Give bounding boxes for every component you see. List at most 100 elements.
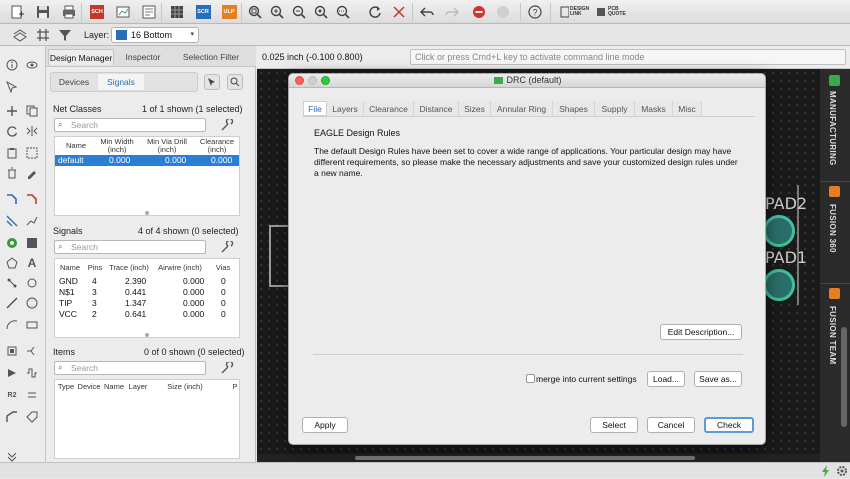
- signals-search[interactable]: ⌕ Search: [54, 240, 206, 254]
- delete-icon[interactable]: [5, 166, 19, 180]
- print-icon[interactable]: [60, 3, 78, 21]
- tab-design-manager[interactable]: Design Manager: [48, 49, 114, 65]
- rectangle-icon[interactable]: [25, 318, 39, 332]
- sch-icon[interactable]: SCH: [88, 3, 106, 21]
- attribute-icon[interactable]: [25, 410, 39, 424]
- autoroute-icon[interactable]: [5, 214, 19, 228]
- manufacturing-tab[interactable]: MANUFACTURING: [820, 73, 850, 181]
- circle-icon[interactable]: [25, 296, 39, 310]
- lightning-icon[interactable]: [821, 465, 831, 479]
- select-group-icon[interactable]: [5, 80, 19, 94]
- wire-icon[interactable]: [5, 296, 19, 310]
- polygon-icon[interactable]: [25, 236, 39, 250]
- meander-icon[interactable]: [25, 366, 39, 380]
- zoom-out-icon[interactable]: [290, 3, 308, 21]
- design-link-button[interactable]: DESIGN LINK: [560, 5, 589, 19]
- ratsnest-icon[interactable]: [390, 3, 408, 21]
- group-icon[interactable]: [25, 146, 39, 160]
- tab-misc[interactable]: Misc: [673, 101, 702, 116]
- column-header[interactable]: Layer: [127, 383, 149, 391]
- items-search[interactable]: ⌕ Search: [54, 361, 206, 375]
- text-icon[interactable]: A: [25, 256, 39, 270]
- tab-clearance[interactable]: Clearance: [364, 101, 414, 116]
- ripup-icon[interactable]: [25, 192, 39, 206]
- command-line-input[interactable]: Click or press Cmd+L key to activate com…: [410, 49, 846, 65]
- table-row[interactable]: N$1 3 0.441 0.000 0: [55, 287, 239, 298]
- layers-icon[interactable]: [168, 3, 186, 21]
- wrench-icon[interactable]: [220, 360, 234, 376]
- column-header[interactable]: Name: [57, 264, 83, 272]
- column-header[interactable]: Clearance (inch): [195, 138, 239, 154]
- change-icon[interactable]: [25, 166, 39, 180]
- save-as-button[interactable]: Save as...: [694, 371, 742, 387]
- fusion-360-tab[interactable]: FUSION 360: [820, 181, 850, 281]
- new-file-icon[interactable]: [8, 3, 26, 21]
- tab-distance[interactable]: Distance: [414, 101, 459, 116]
- redraw-icon[interactable]: [366, 3, 384, 21]
- net-classes-search[interactable]: ⌕ Search: [54, 118, 206, 132]
- column-header[interactable]: Size (inch): [165, 383, 205, 391]
- select-signal-icon[interactable]: [204, 74, 220, 90]
- column-header[interactable]: Min Via Drill (inch): [141, 138, 193, 154]
- column-header[interactable]: Pins: [83, 264, 107, 272]
- pad-icon[interactable]: [763, 215, 795, 247]
- column-header[interactable]: Vias: [211, 264, 235, 272]
- settings-gear-icon[interactable]: [836, 465, 848, 479]
- zoom-fit-icon[interactable]: [246, 3, 264, 21]
- layer-settings-icon[interactable]: [12, 28, 28, 45]
- via-icon[interactable]: [5, 236, 19, 250]
- inspector-icon[interactable]: [140, 3, 158, 21]
- arc-icon[interactable]: [5, 318, 19, 332]
- tab-shapes[interactable]: Shapes: [553, 101, 595, 116]
- table-row[interactable]: VCC 2 0.641 0.000 0: [55, 309, 239, 320]
- column-header[interactable]: Device: [77, 383, 101, 391]
- select-button[interactable]: Select: [590, 417, 638, 433]
- zoom-area-icon[interactable]: [334, 3, 352, 21]
- table-row[interactable]: GND 4 2.390 0.000 0: [55, 276, 239, 287]
- subtab-signals[interactable]: Signals: [98, 74, 144, 90]
- check-button[interactable]: Check: [704, 417, 754, 433]
- column-header[interactable]: Name: [57, 142, 95, 150]
- info-icon[interactable]: [5, 58, 19, 72]
- ulp-icon[interactable]: ULP: [220, 3, 238, 21]
- zoom-in-icon[interactable]: [268, 3, 286, 21]
- column-header[interactable]: Type: [57, 383, 75, 391]
- table-row[interactable]: TIP 3 1.347 0.000 0: [55, 298, 239, 309]
- paste-icon[interactable]: [5, 146, 19, 160]
- layer-select[interactable]: 16 Bottom ▾: [111, 27, 199, 43]
- horizontal-scrollbar[interactable]: [257, 454, 820, 462]
- undo-icon[interactable]: [418, 3, 436, 21]
- smash-icon[interactable]: [5, 344, 19, 358]
- value-icon[interactable]: [25, 388, 39, 402]
- pcb-quote-button[interactable]: PCB QUOTE: [596, 5, 628, 19]
- tab-masks[interactable]: Masks: [635, 101, 673, 116]
- column-header[interactable]: Trace (inch): [107, 264, 151, 272]
- subtab-devices[interactable]: Devices: [52, 74, 96, 90]
- copy-icon[interactable]: [25, 104, 39, 118]
- resize-handle[interactable]: [145, 333, 149, 337]
- tab-sizes[interactable]: Sizes: [459, 101, 491, 116]
- wrench-icon[interactable]: [220, 117, 234, 133]
- load-button[interactable]: Load...: [647, 371, 685, 387]
- miter-icon[interactable]: [5, 410, 19, 424]
- help-icon[interactable]: ?: [526, 3, 544, 21]
- resize-handle[interactable]: [145, 211, 149, 215]
- dimension-icon[interactable]: [5, 276, 19, 290]
- tab-layers[interactable]: Layers: [327, 101, 364, 116]
- wrench-icon[interactable]: [220, 239, 234, 255]
- merge-checkbox[interactable]: [526, 374, 535, 383]
- vertical-scrollbar[interactable]: [841, 327, 847, 427]
- run-icon[interactable]: [5, 366, 19, 380]
- column-header[interactable]: Airwire (inch): [153, 264, 207, 272]
- board-icon[interactable]: [114, 3, 132, 21]
- go-icon[interactable]: [494, 3, 512, 21]
- pad-icon[interactable]: [763, 269, 795, 301]
- tab-inspector[interactable]: Inspector: [116, 49, 170, 65]
- redo-icon[interactable]: [443, 3, 461, 21]
- edit-description-button[interactable]: Edit Description...: [660, 324, 742, 340]
- r2-icon[interactable]: R2: [5, 388, 19, 402]
- filter-icon[interactable]: [58, 28, 72, 44]
- table-row[interactable]: default 0.000 0.000 0.000: [55, 155, 239, 166]
- pentagon-icon[interactable]: [5, 256, 19, 270]
- column-header[interactable]: Min Width (inch): [95, 138, 139, 154]
